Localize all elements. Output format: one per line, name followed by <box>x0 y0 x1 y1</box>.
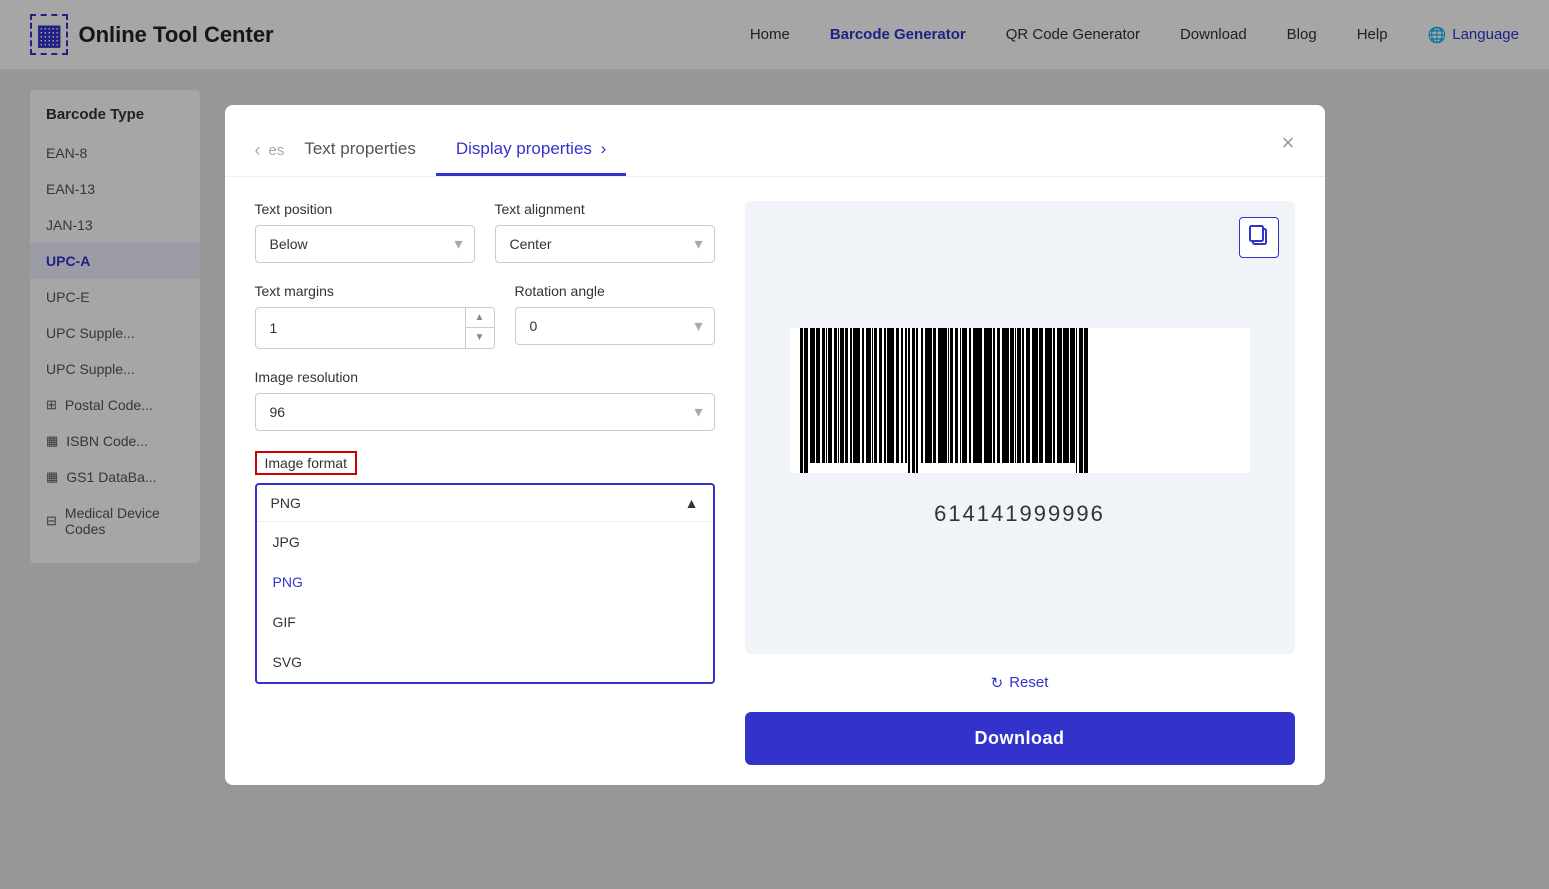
text-position-label: Text position <box>255 201 475 217</box>
image-resolution-select-wrapper: 96 ▾ <box>255 393 715 431</box>
form-panel: Text position Below ▾ Text alignment <box>255 201 715 765</box>
rotation-angle-group: Rotation angle 0 ▾ <box>515 283 715 349</box>
barcode-number: 614141999996 <box>934 501 1105 527</box>
text-margins-up[interactable]: ▲ <box>466 308 494 328</box>
image-resolution-label: Image resolution <box>255 369 715 385</box>
modal-header: ‹ es Text properties Display properties … <box>225 105 1325 177</box>
form-row-2: Text margins 1 ▲ ▼ Rotation angle <box>255 283 715 349</box>
text-margins-down[interactable]: ▼ <box>466 328 494 348</box>
image-format-value: PNG <box>271 495 301 511</box>
image-format-trigger[interactable]: PNG ▲ <box>257 485 713 521</box>
rotation-angle-select[interactable]: 0 <box>515 307 715 345</box>
text-alignment-select-wrapper: Center ▾ <box>495 225 715 263</box>
copy-icon <box>1248 224 1270 246</box>
form-row-1: Text position Below ▾ Text alignment <box>255 201 715 263</box>
image-format-select[interactable]: PNG ▲ JPG PNG GIF SVG <box>255 483 715 684</box>
text-position-select-wrapper: Below ▾ <box>255 225 475 263</box>
format-option-svg[interactable]: SVG <box>257 642 713 682</box>
image-format-label: Image format <box>255 451 357 475</box>
format-option-png[interactable]: PNG <box>257 562 713 602</box>
modal-overlay: ‹ es Text properties Display properties … <box>0 0 1549 889</box>
copy-button[interactable] <box>1239 217 1279 258</box>
download-button[interactable]: Download <box>745 712 1295 765</box>
barcode-svg <box>790 328 1250 493</box>
text-margins-input[interactable]: 1 ▲ ▼ <box>255 307 495 349</box>
barcode-display: 614141999996 <box>790 328 1250 527</box>
image-format-chevron-up: ▲ <box>685 495 699 511</box>
text-margins-group: Text margins 1 ▲ ▼ <box>255 283 495 349</box>
reset-button[interactable]: ↻ Reset <box>991 674 1049 692</box>
tab-arrow-icon: › <box>601 139 607 158</box>
text-margins-label: Text margins <box>255 283 495 299</box>
form-row-3: Image resolution 96 ▾ <box>255 369 715 431</box>
text-position-group: Text position Below ▾ <box>255 201 475 263</box>
format-option-jpg[interactable]: JPG <box>257 522 713 562</box>
image-resolution-select[interactable]: 96 <box>255 393 715 431</box>
image-resolution-group: Image resolution 96 ▾ <box>255 369 715 431</box>
reset-label: Reset <box>1009 674 1048 691</box>
tab-display-properties[interactable]: Display properties › <box>436 125 626 176</box>
modal-prev-tab-text: es <box>269 142 285 159</box>
text-margins-spinners: ▲ ▼ <box>465 308 494 348</box>
image-format-dropdown: JPG PNG GIF SVG <box>257 521 713 682</box>
barcode-preview-area: 614141999996 <box>745 201 1295 654</box>
text-position-select[interactable]: Below <box>255 225 475 263</box>
modal-close-button[interactable]: × <box>1282 130 1295 170</box>
modal-prev-arrow[interactable]: ‹ <box>255 140 261 161</box>
rotation-angle-label: Rotation angle <box>515 283 715 299</box>
text-alignment-group: Text alignment Center ▾ <box>495 201 715 263</box>
text-alignment-select[interactable]: Center <box>495 225 715 263</box>
text-alignment-label: Text alignment <box>495 201 715 217</box>
rotation-angle-select-wrapper: 0 ▾ <box>515 307 715 345</box>
image-format-label-wrapper: Image format <box>255 451 715 483</box>
modal-body: Text position Below ▾ Text alignment <box>225 177 1325 785</box>
reset-icon: ↻ <box>991 674 1004 692</box>
preview-panel: 614141999996 ↻ Reset Download <box>745 201 1295 765</box>
tab-text-properties[interactable]: Text properties <box>284 125 436 176</box>
modal: ‹ es Text properties Display properties … <box>225 105 1325 785</box>
image-format-group: Image format PNG ▲ JPG PNG GIF SVG <box>255 451 715 684</box>
format-option-gif[interactable]: GIF <box>257 602 713 642</box>
text-margins-field[interactable]: 1 <box>256 310 465 346</box>
